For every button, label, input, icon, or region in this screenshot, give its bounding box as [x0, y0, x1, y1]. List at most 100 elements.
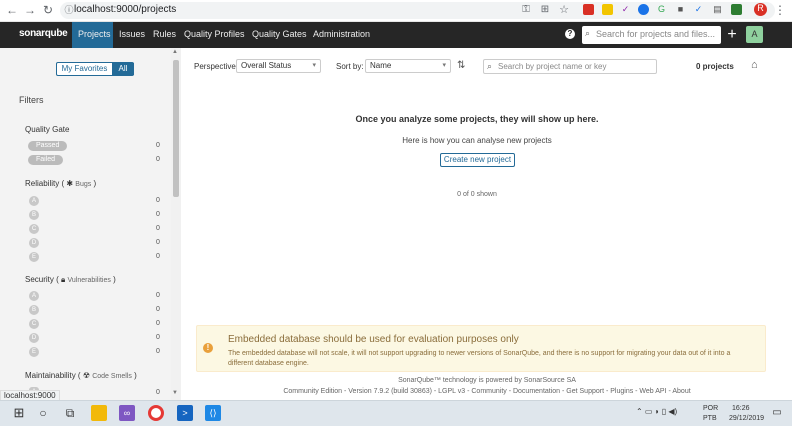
- key-icon[interactable]: ⚿: [519, 3, 533, 17]
- quality-gate-heading: Quality Gate: [25, 125, 70, 134]
- security-rating-b[interactable]: B: [29, 305, 39, 315]
- profile-avatar[interactable]: R: [754, 3, 767, 16]
- nav-rules[interactable]: Rules: [153, 29, 176, 39]
- chevron-down-icon: ▾: [442, 62, 446, 69]
- search-icon: ⌕: [487, 61, 493, 71]
- extension-green-icon[interactable]: [731, 4, 742, 15]
- filters-heading: Filters: [19, 95, 44, 105]
- empty-state-howto: Here is how you can analyse new projects: [402, 136, 552, 145]
- star-icon[interactable]: ☆: [557, 3, 571, 17]
- global-search-placeholder: Search for projects and files...: [596, 29, 716, 39]
- system-tray-icons[interactable]: ⌃ ▭ ◗ ▯ ◀): [636, 407, 677, 416]
- task-view-icon[interactable]: ⧉: [63, 406, 77, 420]
- project-search-input[interactable]: ⌕ Search by project name or key: [483, 59, 657, 74]
- language-top[interactable]: POR: [703, 405, 718, 412]
- rating-count: 0: [156, 197, 160, 204]
- nav-quality-gates[interactable]: Quality Gates: [252, 29, 307, 39]
- powershell-icon[interactable]: >: [177, 405, 193, 421]
- reliability-rating-a[interactable]: A: [29, 196, 39, 206]
- security-heading: Security ( 🔒︎ Vulnerabilities ): [25, 275, 116, 284]
- user-avatar[interactable]: A: [746, 26, 763, 43]
- sortby-select[interactable]: Name ▾: [365, 59, 451, 73]
- clock-time[interactable]: 16:26: [732, 405, 750, 412]
- sortby-value: Name: [370, 61, 392, 70]
- rating-count: 0: [156, 239, 160, 246]
- security-rating-d[interactable]: D: [29, 333, 39, 343]
- quality-gate-failed[interactable]: Failed: [28, 155, 64, 165]
- security-rating-e[interactable]: E: [29, 347, 39, 357]
- extension-dark-icon[interactable]: ■: [675, 4, 686, 15]
- rating-count: 0: [156, 348, 160, 355]
- bug-icon: ✱: [66, 179, 74, 188]
- perspective-label: Perspective:: [194, 62, 239, 71]
- chrome-icon[interactable]: [148, 405, 164, 421]
- create-plus-button[interactable]: +: [724, 25, 740, 45]
- nav-projects[interactable]: Projects: [78, 29, 111, 39]
- sort-order-icon[interactable]: ⇅: [457, 60, 465, 71]
- security-rating-c[interactable]: C: [29, 319, 39, 329]
- rating-count: 0: [156, 389, 160, 396]
- toggle-my-favorites[interactable]: My Favorites: [57, 63, 112, 75]
- rating-count: 0: [156, 334, 160, 341]
- create-project-button[interactable]: Create new project: [440, 153, 515, 167]
- quality-gate-passed[interactable]: Passed: [28, 141, 68, 151]
- language-bottom[interactable]: PTB: [703, 415, 717, 422]
- vscode-icon[interactable]: ⟨⟩: [205, 405, 221, 421]
- reliability-rating-b[interactable]: B: [29, 210, 39, 220]
- nav-administration[interactable]: Administration: [313, 29, 370, 39]
- rating-count: 0: [156, 225, 160, 232]
- search-circle-icon[interactable]: ○: [36, 406, 50, 420]
- url-text: localhost:9000/projects: [74, 4, 177, 15]
- top-navbar: sonarqube Projects Issues Rules Quality …: [0, 22, 792, 48]
- warning-body: The embedded database will not scale, it…: [228, 350, 731, 367]
- empty-state-title: Once you analyze some projects, they wil…: [355, 114, 599, 124]
- extension-check-icon[interactable]: ✓: [693, 4, 704, 15]
- reliability-rating-d[interactable]: D: [29, 238, 39, 248]
- filters-sidebar: My Favorites All Filters Quality Gate Pa…: [0, 48, 181, 400]
- visual-studio-icon[interactable]: ∞: [119, 405, 135, 421]
- perspective-select[interactable]: Overall Status ▾: [236, 59, 321, 73]
- scroll-down-icon[interactable]: ▼: [172, 390, 178, 396]
- footer-links[interactable]: Community Edition - Version 7.9.2 (build…: [182, 388, 792, 395]
- perspective-value: Overall Status: [241, 61, 292, 70]
- reliability-heading: Reliability ( ✱ Bugs ): [25, 179, 97, 188]
- embedded-db-warning: ! Embedded database should be used for e…: [196, 325, 766, 372]
- shown-count: 0 of 0 shown: [457, 191, 497, 198]
- rating-count: 0: [156, 211, 160, 218]
- reliability-rating-c[interactable]: C: [29, 224, 39, 234]
- security-rating-a[interactable]: A: [29, 291, 39, 301]
- home-icon[interactable]: ⌂: [751, 59, 758, 71]
- forward-icon[interactable]: →: [23, 3, 37, 17]
- help-icon[interactable]: ?: [565, 29, 575, 39]
- scroll-up-icon[interactable]: ▲: [172, 49, 178, 55]
- nav-issues[interactable]: Issues: [119, 29, 145, 39]
- clock-date[interactable]: 29/12/2019: [729, 415, 764, 422]
- extension-v-icon[interactable]: ✓: [620, 4, 631, 15]
- extension-g-icon[interactable]: G: [656, 4, 667, 15]
- sonarqube-logo[interactable]: sonarqube: [19, 28, 68, 39]
- translate-icon[interactable]: ⊞: [538, 3, 552, 17]
- sidebar-scroll-thumb[interactable]: [173, 60, 179, 197]
- file-explorer-icon[interactable]: [91, 405, 107, 421]
- back-icon[interactable]: ←: [5, 3, 19, 17]
- chevron-down-icon: ▾: [312, 62, 316, 69]
- notifications-icon[interactable]: ▭: [770, 406, 784, 420]
- extension-stripes-icon[interactable]: ▤: [712, 4, 723, 15]
- rating-count: 0: [156, 320, 160, 327]
- projects-main: Perspective: Overall Status ▾ Sort by: N…: [182, 48, 792, 400]
- rating-count: 0: [156, 306, 160, 313]
- windows-start-icon[interactable]: ⊞: [12, 406, 26, 420]
- extension-yellow-icon[interactable]: [602, 4, 613, 15]
- toggle-all[interactable]: All: [112, 63, 134, 75]
- warning-title: Embedded database should be used for eva…: [228, 334, 519, 345]
- browser-toolbar: ← → ↻ ⓘ localhost:9000/projects ⚿ ⊞ ☆ ✓ …: [0, 0, 792, 22]
- footer-powered: SonarQube™ technology is powered by Sona…: [398, 377, 576, 384]
- menu-dots-icon[interactable]: ⋮: [773, 3, 787, 17]
- reload-icon[interactable]: ↻: [41, 3, 55, 17]
- rating-count: 0: [156, 292, 160, 299]
- nav-quality-profiles[interactable]: Quality Profiles: [184, 29, 245, 39]
- global-search-input[interactable]: ⌕ Search for projects and files...: [582, 26, 721, 44]
- extension-red-icon[interactable]: [583, 4, 594, 15]
- extension-blue-icon[interactable]: [638, 4, 649, 15]
- reliability-rating-e[interactable]: E: [29, 252, 39, 262]
